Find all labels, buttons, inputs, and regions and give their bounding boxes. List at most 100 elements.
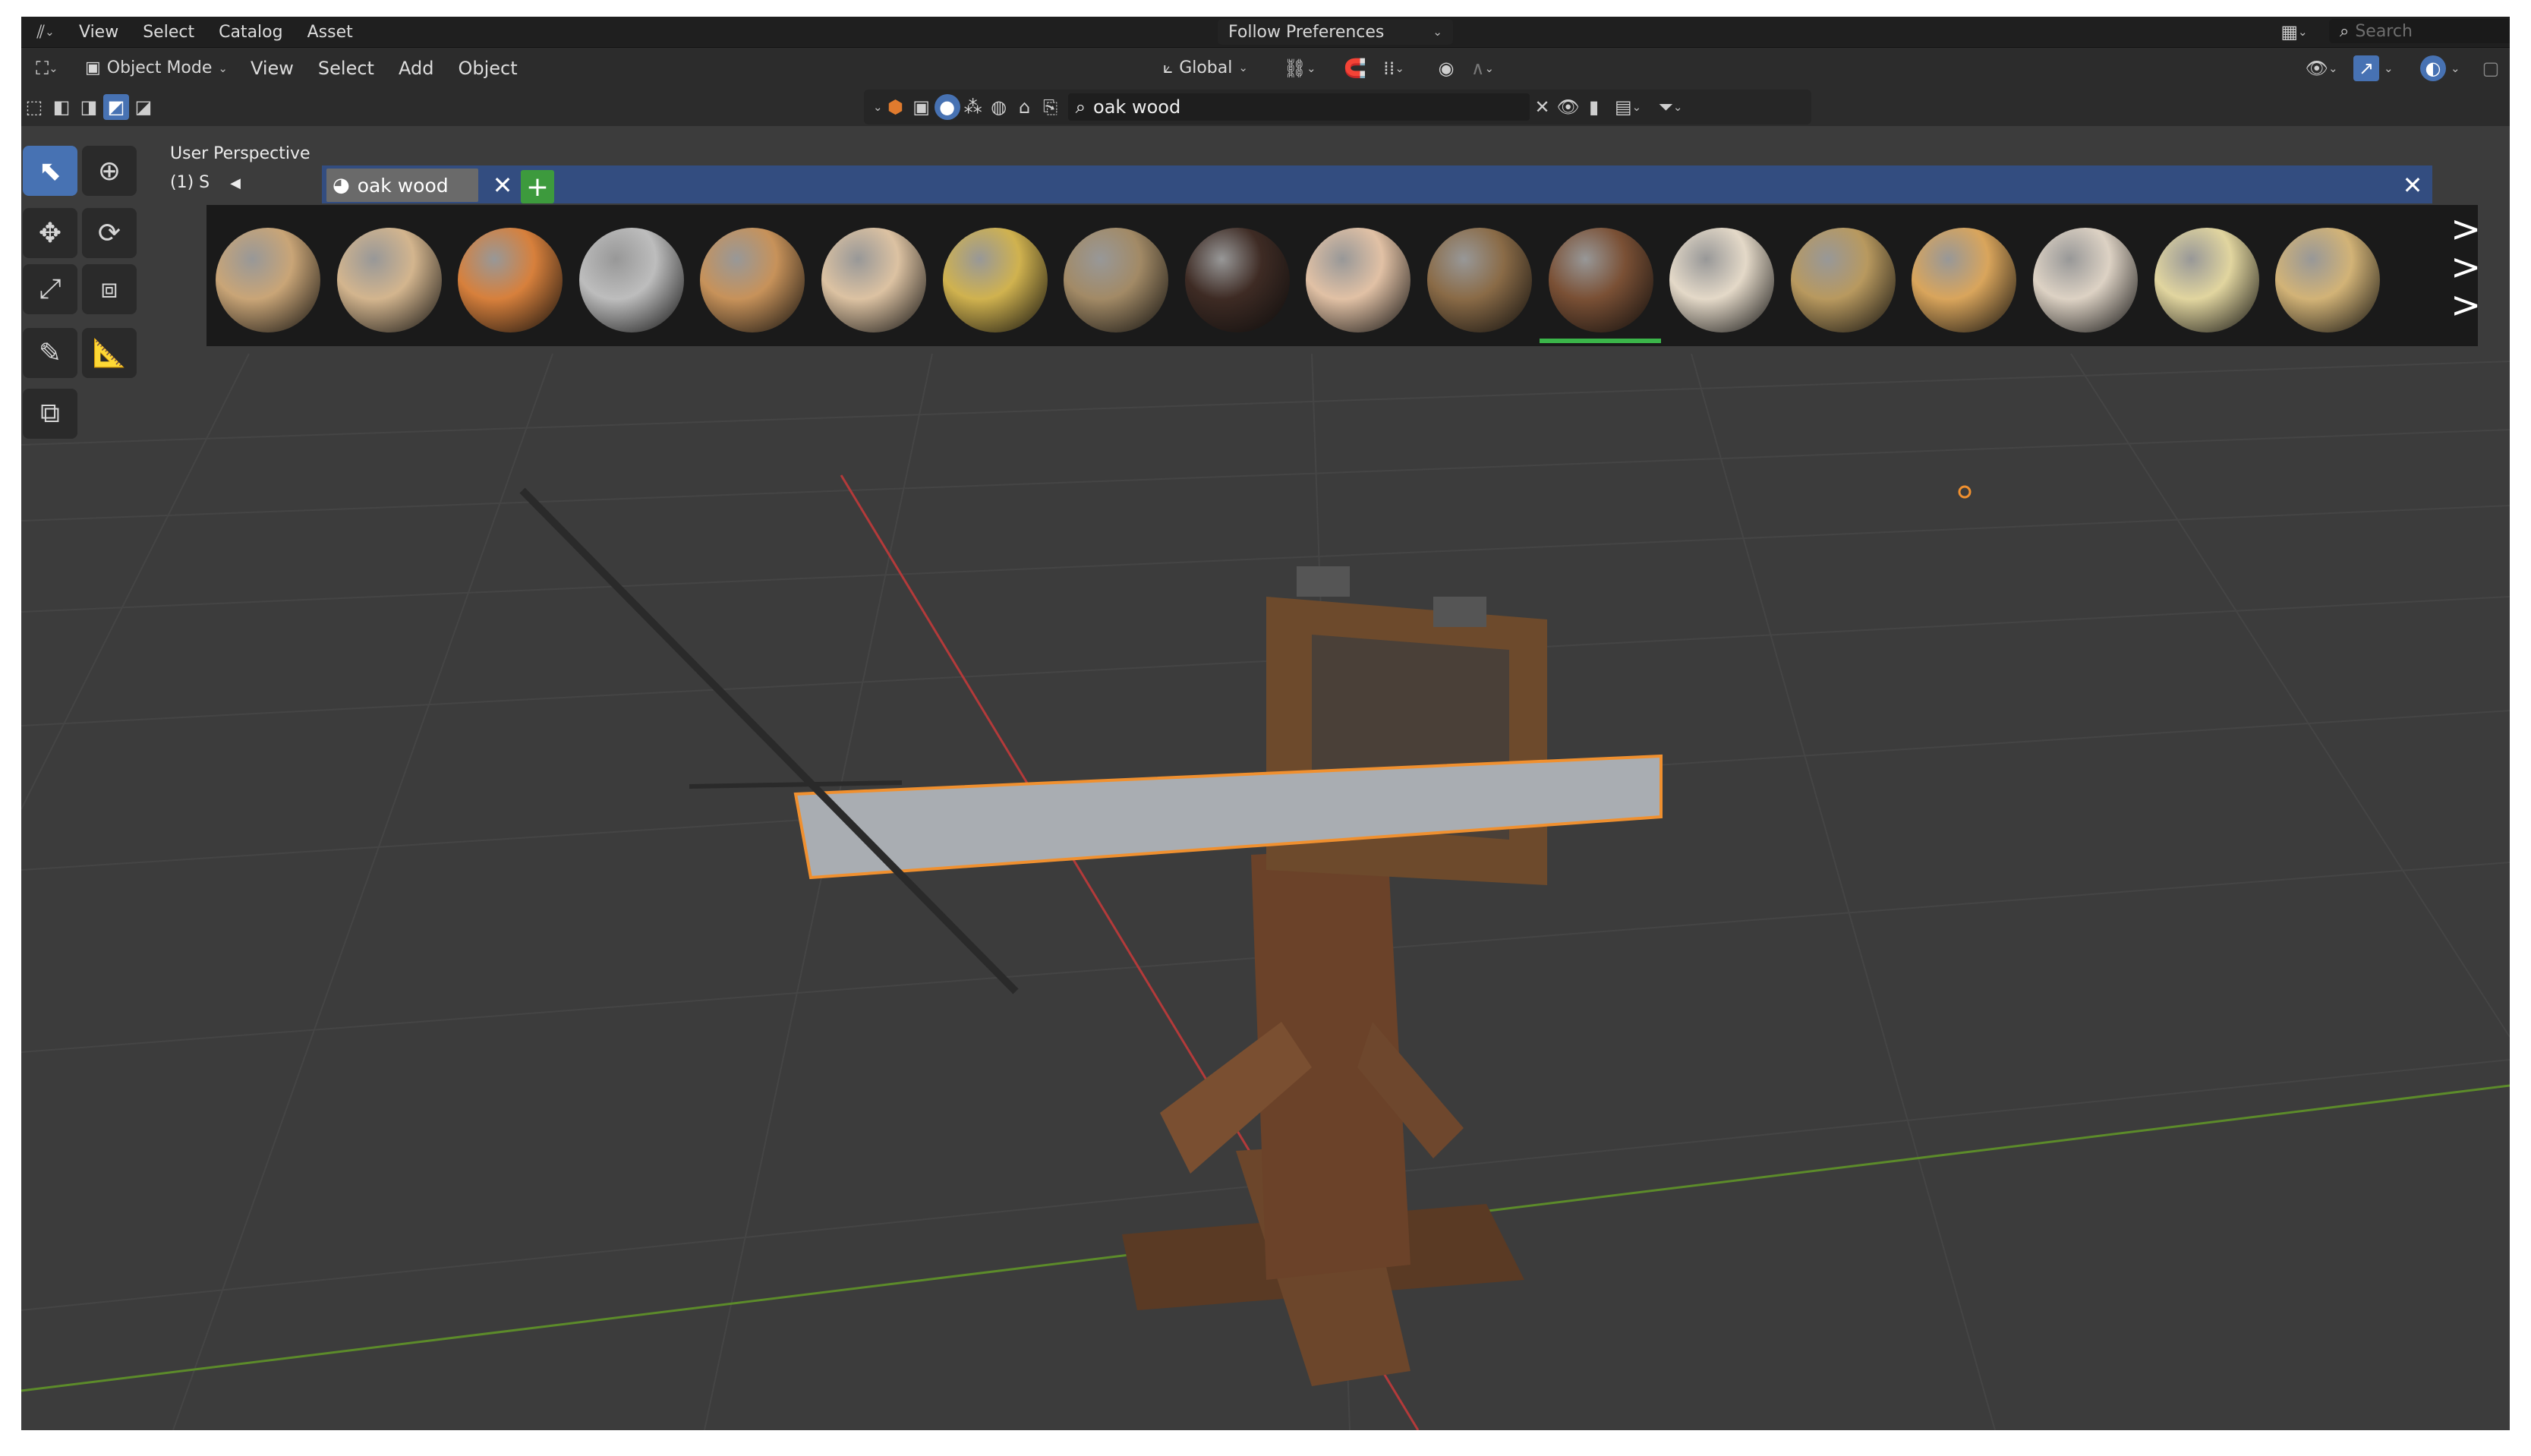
visibility-icon[interactable]: 👁 ⌄: [2299, 55, 2344, 81]
select-box-tool[interactable]: ⬉: [23, 146, 77, 196]
wood-material-5[interactable]: [700, 228, 805, 332]
wood-material-14[interactable]: [1790, 228, 1896, 332]
overlays-icon[interactable]: ◐: [2420, 55, 2446, 81]
scroll-right-arrow-icon[interactable]: >: [2451, 284, 2481, 326]
layout-icon[interactable]: ▤ ⌄: [1607, 94, 1650, 120]
material-icon: ◕: [333, 174, 350, 197]
object-mode-icon: ▣: [85, 58, 101, 77]
clear-search-icon[interactable]: ✕: [1530, 94, 1555, 120]
chevron-down-icon[interactable]: ⌄: [2451, 61, 2460, 75]
view-layer-icon[interactable]: ⌂: [1012, 94, 1038, 120]
bookmark-icon[interactable]: ▮: [1581, 94, 1607, 120]
move-tool[interactable]: ✥: [23, 208, 77, 258]
menu-view[interactable]: View: [67, 23, 131, 42]
pivot-point-icon[interactable]: ⛓ ⌄: [1278, 55, 1321, 81]
add-cube-tool[interactable]: ⧉: [23, 389, 77, 439]
search-field[interactable]: ⌕ Search: [2329, 19, 2510, 43]
editor-type-icon[interactable]: ⫽ ⌄: [24, 19, 67, 45]
wood-material-3[interactable]: [458, 228, 563, 332]
proportional-editing-icon[interactable]: ◉: [1433, 55, 1459, 81]
wood-material-7[interactable]: [942, 228, 1048, 332]
shading-rendered-icon[interactable]: ◍: [986, 94, 1012, 120]
filter-icon[interactable]: ⏷ ⌄: [1650, 94, 1692, 120]
wood-material-11[interactable]: [1427, 228, 1532, 332]
ballista-model[interactable]: [519, 487, 1663, 1386]
search-icon: ⌕: [1075, 96, 1086, 118]
snap-icon[interactable]: 🧲: [1342, 55, 1368, 81]
wood-material-12[interactable]: [1548, 228, 1653, 332]
measure-tool[interactable]: 📐: [82, 328, 137, 378]
wood-material-1[interactable]: [216, 228, 320, 332]
falloff-icon[interactable]: ∧ ⌄: [1464, 55, 1502, 81]
catalog-icon[interactable]: ⬢: [883, 94, 909, 120]
menu-add[interactable]: Add: [386, 58, 446, 79]
select-box-invert-icon[interactable]: ◩: [103, 94, 129, 120]
menu-catalog[interactable]: Catalog: [206, 23, 295, 42]
wood-material-16[interactable]: [2033, 228, 2138, 332]
wood-material-4[interactable]: [578, 228, 684, 332]
editor-type-icon-3d[interactable]: ⛶ ⌄: [26, 55, 68, 81]
scroll-right-arrow-icon[interactable]: >: [2451, 208, 2481, 251]
chevron-down-icon[interactable]: ⌄: [873, 100, 883, 114]
catalog-tab[interactable]: ◕ oak wood: [326, 169, 478, 202]
preferences-label: Follow Preferences: [1228, 22, 1385, 42]
wood-material-17[interactable]: [2154, 228, 2259, 332]
mode-label: Object Mode: [106, 58, 213, 77]
asset-browser-header: ⫽ ⌄ View Select Catalog Asset Follow Pref…: [21, 17, 2510, 47]
tool-settings-header: ⬚ ◧ ◨ ◩ ◪ ⌄ ⬢ ▣ ● ⁂ ◍ ⌂ ⎘ ⌕ oak wood ✕ 👁…: [21, 88, 2510, 126]
add-tab-button[interactable]: +: [521, 170, 554, 203]
perspective-label: User Perspective: [170, 144, 310, 163]
menu-asset[interactable]: Asset: [295, 23, 365, 42]
shelf-search-field[interactable]: ⌕ oak wood: [1067, 93, 1530, 121]
light-object[interactable]: [1958, 485, 1972, 499]
asset-shelf-tab-bar: [322, 165, 2432, 203]
wood-material-10[interactable]: [1306, 228, 1411, 332]
blender-window: ⫽ ⌄ View Select Catalog Asset Follow Pref…: [21, 17, 2510, 1430]
transform-orientation-dropdown[interactable]: ⟀ Global ⌄: [1152, 55, 1259, 80]
display-options-icon[interactable]: ▦ ⌄: [2273, 19, 2315, 45]
annotate-tool[interactable]: ✎: [23, 328, 77, 378]
chevron-down-icon: ⌄: [218, 61, 228, 75]
wood-material-13[interactable]: [1669, 228, 1775, 332]
menu-object[interactable]: Object: [446, 58, 529, 79]
close-tab-button[interactable]: ✕: [487, 169, 518, 202]
scroll-right-arrow-icon[interactable]: >: [2451, 246, 2481, 288]
search-placeholder: Search: [2355, 21, 2413, 41]
select-box-extend-icon[interactable]: ◧: [49, 94, 74, 120]
orientation-label: Global: [1179, 58, 1233, 77]
wood-material-2[interactable]: [336, 228, 442, 332]
rotate-tool[interactable]: ⟳: [82, 208, 137, 258]
scale-tool[interactable]: ⤢: [23, 264, 77, 314]
mode-dropdown[interactable]: ▣ Object Mode ⌄: [74, 55, 238, 81]
cursor-tool[interactable]: ⊕: [82, 146, 137, 196]
shelf-search-value: oak wood: [1093, 96, 1181, 118]
xray-icon[interactable]: ▢: [2478, 55, 2504, 81]
select-box-intersect-icon[interactable]: ◪: [131, 94, 156, 120]
menu-view-3d[interactable]: View: [238, 58, 306, 79]
wood-material-18[interactable]: [2275, 228, 2381, 332]
eye-icon[interactable]: 👁: [1555, 94, 1581, 120]
shading-material-icon[interactable]: ⁂: [960, 94, 986, 120]
snap-target-icon[interactable]: ⁞⁞ ⌄: [1373, 55, 1415, 81]
wood-material-8[interactable]: [1064, 228, 1169, 332]
world-icon[interactable]: ⎘: [1038, 94, 1064, 120]
transform-tool[interactable]: ⧈: [82, 264, 137, 314]
collection-label: (1) S ◀: [170, 173, 241, 192]
gizmo-icon[interactable]: ↗: [2353, 55, 2379, 81]
collapse-arrow-icon[interactable]: ◀: [230, 175, 241, 191]
select-box-subtract-icon[interactable]: ◨: [76, 94, 102, 120]
shading-wire-icon[interactable]: ▣: [909, 94, 935, 120]
catalog-tab-label: oak wood: [357, 174, 449, 197]
close-shelf-button[interactable]: ✕: [2397, 169, 2428, 202]
wood-material-9[interactable]: [1184, 228, 1290, 332]
select-box-new-icon[interactable]: ⬚: [21, 94, 47, 120]
shading-solid-icon[interactable]: ●: [934, 94, 960, 120]
search-icon: ⌕: [2340, 21, 2350, 41]
wood-material-15[interactable]: [1912, 228, 2017, 332]
asset-shelf-header: ⌄ ⬢ ▣ ● ⁂ ◍ ⌂ ⎘ ⌕ oak wood ✕ 👁 ▮ ▤ ⌄ ⏷ ⌄: [864, 90, 1811, 124]
wood-material-6[interactable]: [821, 228, 926, 332]
import-preferences-dropdown[interactable]: Follow Preferences ⌄: [1218, 19, 1453, 45]
chevron-down-icon[interactable]: ⌄: [2384, 61, 2394, 75]
menu-select[interactable]: Select: [131, 23, 206, 42]
menu-select-3d[interactable]: Select: [306, 58, 386, 79]
